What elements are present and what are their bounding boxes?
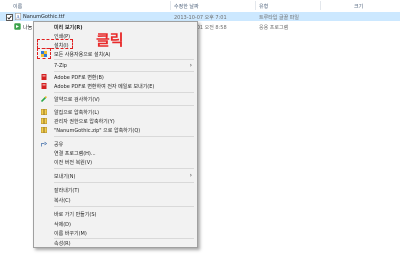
menu-item-7zip[interactable]: 7-Zip › [34, 62, 197, 70]
menu-item-delete[interactable]: 삭제(D) [34, 220, 197, 228]
file-row-nanumgothic[interactable]: A NanumGothic.ttf 2013-10-07 오후 7:01 트루타… [0, 12, 400, 21]
alzip-icon [41, 127, 47, 133]
file-type: 응용 프로그램 [259, 25, 289, 31]
menu-item-label: 이전 버전 복원(V) [54, 160, 93, 166]
install-highlight-connector [37, 48, 51, 59]
menu-item-label: 7-Zip [54, 63, 67, 69]
column-header: 이름 수정한 날짜 유형 크기 [0, 0, 400, 11]
context-menu: 미리 보기(R) 인쇄(P) 설치(I) 모든 사용자용으로 설치(A) 7-Z… [33, 21, 198, 248]
menu-item-restore-previous[interactable]: 이전 버전 복원(V) [34, 158, 197, 166]
click-annotation: 클릭 [96, 31, 124, 49]
menu-item-label: 삭제(D) [54, 222, 71, 228]
menu-item-label: 이름 바꾸기(M) [54, 231, 87, 237]
menu-item-label: "NanumGothic.zip" 으로 압축하기(Q) [54, 128, 141, 134]
menu-item-adobe-pdf-email[interactable]: Adobe PDF로 변환하여 전자 메일로 보내기(E) [34, 82, 197, 90]
menu-item-label: 공유 [54, 142, 64, 148]
menu-item-alzip-named[interactable]: "NanumGothic.zip" 으로 압축하기(Q) [34, 126, 197, 134]
menu-item-alyac-scan[interactable]: 알약으로 검사하기(V) [34, 95, 197, 103]
pdf-icon [41, 74, 47, 80]
checkbox-checked-icon[interactable] [6, 14, 13, 21]
menu-item-label: 연결 프로그램(H)... [54, 151, 96, 157]
menu-item-label: 모든 사용자용으로 설치(A) [54, 52, 111, 58]
alzip-icon [41, 109, 47, 115]
menu-item-properties[interactable]: 속성(R) [34, 239, 197, 247]
menu-item-rename[interactable]: 이름 바꾸기(M) [34, 229, 197, 237]
menu-separator [54, 206, 194, 207]
menu-item-label: 복사(C) [54, 198, 71, 204]
file-date: 2013-10-07 오후 7:01 [174, 15, 227, 21]
alyac-icon [41, 96, 47, 102]
column-type[interactable]: 유형 [259, 3, 268, 10]
file-name: 나눔 [23, 25, 33, 31]
column-name[interactable]: 이름 [13, 3, 22, 10]
menu-separator [54, 59, 194, 60]
menu-item-label: Adobe PDF로 변환하여 전자 메일로 보내기(E) [54, 84, 155, 90]
app-icon [14, 23, 21, 30]
menu-item-label: 속성(R) [54, 241, 71, 247]
menu-item-cut[interactable]: 잘라내기(T) [34, 186, 197, 194]
menu-item-open-with[interactable]: 연결 프로그램(H)... [34, 149, 197, 157]
menu-item-alzip-admin[interactable]: 관리자 권한으로 압축하기(Y) [34, 117, 197, 125]
menu-separator [54, 92, 194, 93]
file-type: 트루타입 글꼴 파일 [259, 15, 299, 21]
menu-separator [54, 168, 194, 169]
menu-separator [54, 136, 194, 137]
column-size[interactable]: 크기 [354, 3, 363, 10]
menu-item-adobe-pdf[interactable]: Adobe PDF로 변환(B) [34, 73, 197, 81]
pdf-icon [41, 83, 47, 89]
menu-item-label: 바로 가기 만들기(S) [54, 212, 97, 218]
menu-item-alzip-compress[interactable]: 알집으로 압축하기(L) [34, 108, 197, 116]
submenu-arrow-icon: › [189, 172, 192, 179]
menu-item-create-shortcut[interactable]: 바로 가기 만들기(S) [34, 210, 197, 218]
menu-item-send-to[interactable]: 보내기(N) › [34, 172, 197, 180]
column-divider[interactable] [255, 1, 256, 10]
share-icon [41, 141, 47, 147]
menu-item-label: 잘라내기(T) [54, 188, 80, 194]
column-modified[interactable]: 수정한 날짜 [174, 3, 199, 10]
font-file-icon: A [15, 13, 21, 20]
menu-item-label: Adobe PDF로 변환(B) [54, 75, 104, 81]
menu-item-copy[interactable]: 복사(C) [34, 196, 197, 204]
menu-separator [54, 105, 194, 106]
menu-item-label: 알집으로 압축하기(L) [54, 110, 100, 116]
file-name: NanumGothic.ttf [23, 14, 65, 20]
menu-item-install-all-users[interactable]: 모든 사용자용으로 설치(A) [34, 50, 197, 58]
alzip-icon [41, 118, 47, 124]
menu-item-share[interactable]: 공유 [34, 140, 197, 148]
column-divider[interactable] [170, 1, 171, 10]
menu-item-label: 보내기(N) [54, 174, 76, 180]
column-divider[interactable] [320, 1, 321, 10]
menu-separator [54, 71, 194, 72]
menu-item-label: 알약으로 검사하기(V) [54, 97, 100, 103]
submenu-arrow-icon: › [189, 62, 192, 69]
menu-item-label: 미리 보기(R) [54, 25, 83, 31]
menu-separator [54, 182, 194, 183]
menu-item-label: 관리자 권한으로 압축하기(Y) [54, 119, 115, 125]
